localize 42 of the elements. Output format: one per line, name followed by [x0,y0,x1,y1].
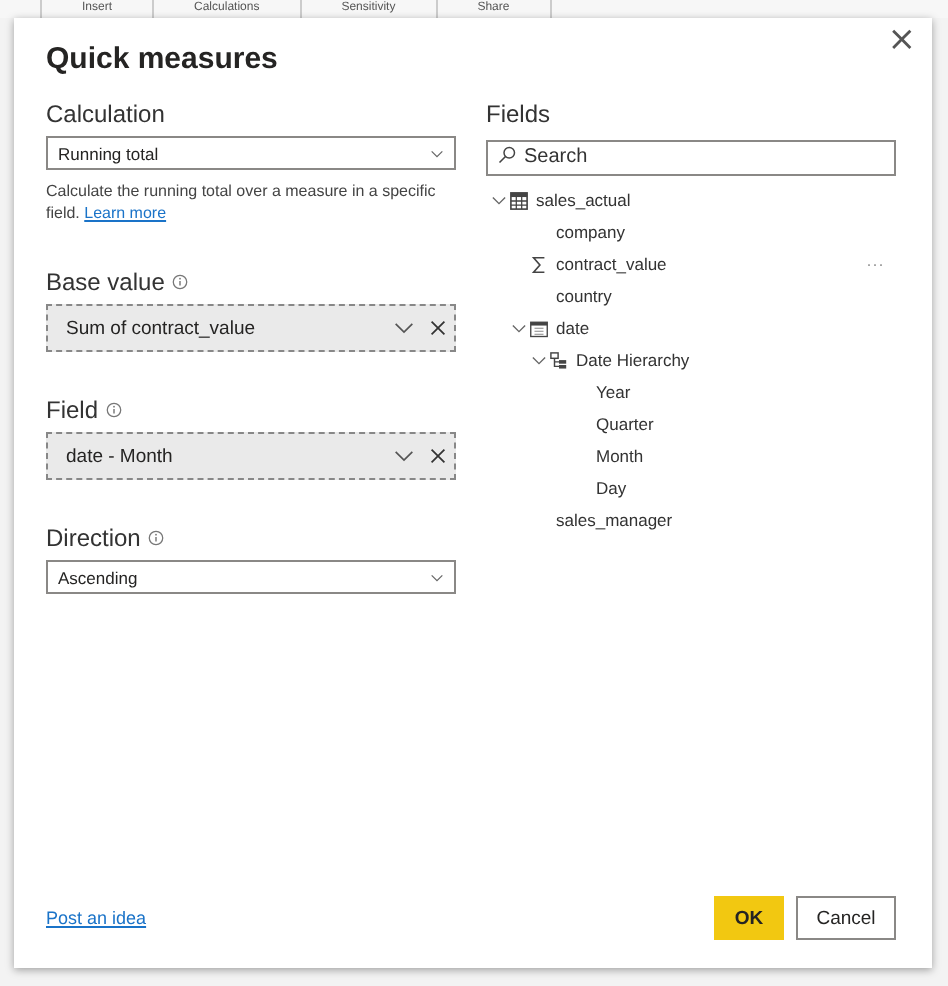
chevron-down-icon [430,573,444,581]
field-item[interactable]: Day [596,478,627,498]
field-item[interactable]: sales_manager [556,510,673,530]
chevron-down-icon [394,322,414,334]
field-item[interactable]: Date Hierarchy [576,350,690,370]
field-item[interactable]: sales_actual [536,190,631,210]
dropdown[interactable]: Running total [46,136,456,170]
field-well[interactable]: Sum of contract_value [46,304,456,352]
setting-label: Direction [46,524,141,552]
remove-icon[interactable] [430,320,446,336]
field-well[interactable]: date - Month [46,432,456,480]
chevron-down-icon[interactable] [532,353,546,367]
setting-label: Base value [46,268,165,296]
chevron-down-icon[interactable] [492,193,506,207]
ok-button[interactable]: OK [714,896,784,940]
search-icon [498,146,516,164]
calendar-icon [530,319,548,337]
chevron-down-icon[interactable] [512,321,526,335]
remove-icon[interactable] [430,448,446,464]
chevron-down-icon [394,450,414,462]
fields-heading: Fields [486,100,551,128]
setting-label: Calculation [46,100,165,128]
hierarchy-icon [550,351,568,369]
search-field[interactable]: Search [486,139,896,175]
post-idea-link[interactable]: Post an idea [46,908,147,928]
field-item[interactable]: Quarter [596,414,654,434]
sigma-icon [530,255,548,273]
table-icon [510,191,528,209]
chevron-down-icon [430,149,444,157]
field-item[interactable]: date [556,318,590,338]
learn-more-link[interactable]: Learn more [84,204,167,222]
description-text: Calculate the running total over a measure in a specific field. Learn more [46,180,438,224]
cancel-button[interactable]: Cancel [796,896,896,940]
field-item[interactable]: Month [596,446,644,466]
field-item[interactable]: Year [596,382,631,402]
field-item[interactable]: company [556,222,625,242]
setting-label: Field [46,396,99,424]
close-button[interactable]: × [887,22,916,58]
field-item[interactable]: country [556,286,612,306]
dialog-title: Quick measures [46,42,280,76]
field-item[interactable]: contract_value [556,254,667,274]
dropdown[interactable]: Ascending [46,560,456,594]
